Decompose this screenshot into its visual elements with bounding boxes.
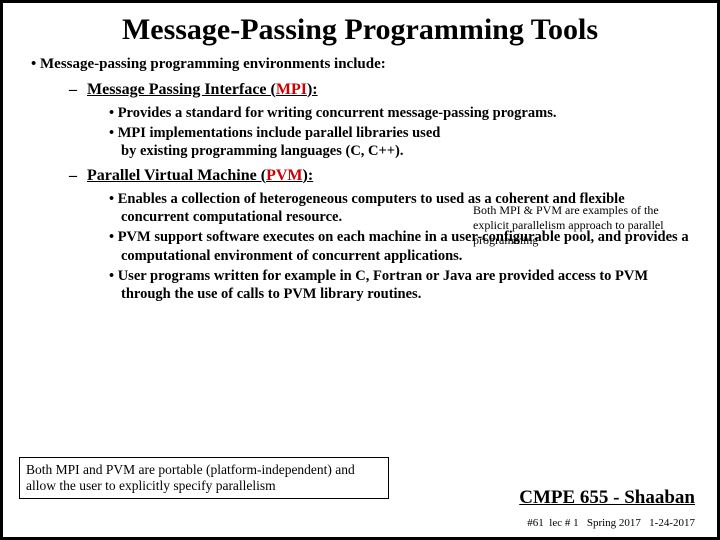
mpi-bullet-1: Provides a standard for writing concurre… (109, 104, 689, 122)
footer-meta: #61 lec # 1 Spring 2017 1-24-2017 (527, 517, 695, 529)
dash-icon: – (69, 167, 77, 184)
mpi-bullet-2: MPI implementations include parallel lib… (109, 124, 689, 160)
aside-note: Both MPI & PVM are examples of the expli… (473, 203, 695, 248)
pvm-heading-accent: PVM (266, 167, 302, 184)
note-box: Both MPI and PVM are portable (platform-… (19, 457, 389, 499)
footer-brand-text: CMPE 655 - Shaaban (519, 487, 695, 508)
mpi-heading-accent: MPI (276, 81, 307, 98)
footer-brand: CMPE 655 - Shaaban (519, 487, 695, 509)
pvm-heading: – Parallel Virtual Machine (PVM): (69, 166, 689, 186)
pvm-heading-prefix: Parallel Virtual Machine ( (87, 167, 266, 184)
slide-content: Message-passing programming environments… (3, 55, 717, 303)
intro-bullet: Message-passing programming environments… (31, 55, 689, 74)
dash-icon: – (69, 81, 77, 98)
mpi-heading-prefix: Message Passing Interface ( (87, 81, 276, 98)
pvm-heading-suffix: ): (303, 167, 314, 184)
mpi-heading: – Message Passing Interface (MPI): (69, 80, 689, 100)
mpi-heading-suffix: ): (307, 81, 318, 98)
slide-title: Message-Passing Programming Tools (3, 13, 717, 47)
pvm-bullet-3: User programs written for example in C, … (109, 267, 689, 303)
